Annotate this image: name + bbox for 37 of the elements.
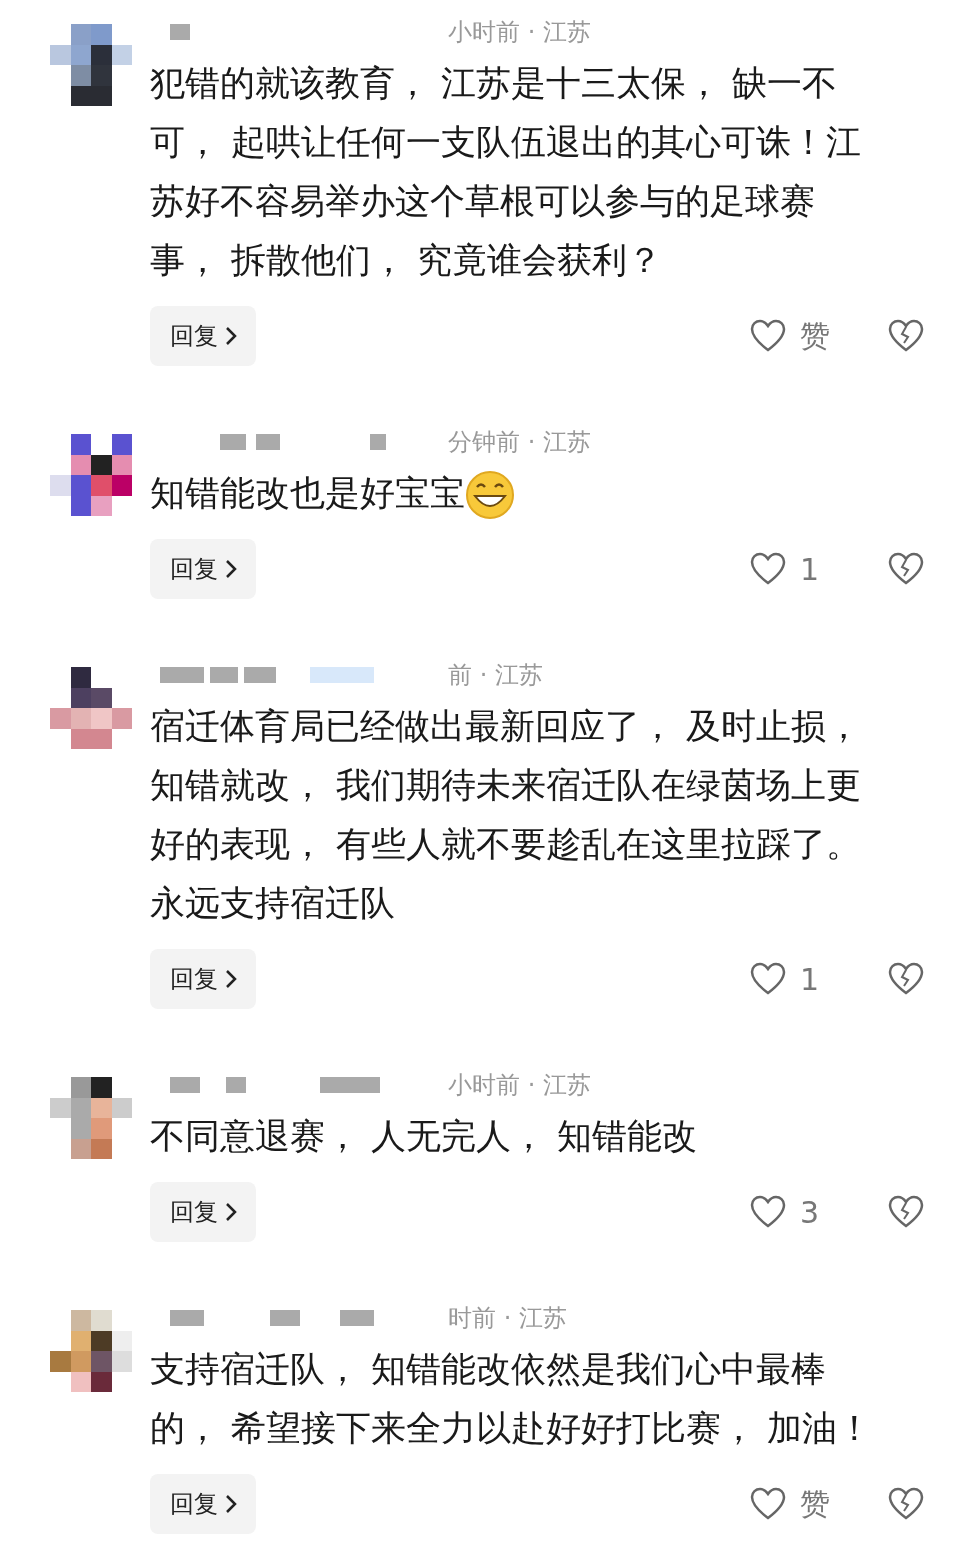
comment-meta: 前 · 江苏 [448, 660, 543, 691]
reply-button[interactable]: 回复 [150, 1474, 256, 1534]
broken-heart-icon[interactable] [888, 962, 924, 996]
reply-button[interactable]: 回复 [150, 949, 256, 1009]
chevron-icon [224, 1201, 238, 1223]
comment-text: 支持宿迁队， 知错能改依然是我们心中最棒的， 希望接下来全力以赴好好打比赛， 加油！ [150, 1349, 873, 1448]
comment-meta: 小时前 · 江苏 [448, 17, 591, 48]
grinning-emoji-icon [465, 470, 515, 520]
chevron-icon [224, 1493, 238, 1515]
comment-text: 犯错的就该教育， 江苏是十三太保， 缺一不可， 起哄让任何一支队伍退出的其心可诛！江苏好不容易举办这个草根可以参与的足球赛事， 拆散他们， 究竟谁会获利？ [150, 63, 862, 280]
comment-text: 宿迁体育局已经做出最新回应了， 及时止损，知错就改， 我们期待未来宿迁队在绿茵场上更好的表现， 有些人就不要趁乱在这里拉踩了。永远支持宿迁队 [150, 706, 862, 923]
broken-heart-icon[interactable] [888, 1195, 924, 1229]
heart-icon[interactable] [750, 1195, 786, 1229]
comment-meta: 时前 · 江苏 [448, 1303, 567, 1334]
chevron-icon [224, 558, 238, 580]
comment-text: 知错能改也是好宝宝 [150, 473, 465, 513]
comment-meta: 小时前 · 江苏 [448, 1070, 591, 1101]
reply-button[interactable]: 回复 [150, 1182, 256, 1242]
heart-icon[interactable] [750, 962, 786, 996]
pixelated-name [170, 24, 190, 40]
like-count: 1 [800, 551, 820, 587]
like-count: 3 [800, 1194, 820, 1230]
chevron-icon [224, 968, 238, 990]
comment-meta: 分钟前 · 江苏 [448, 427, 591, 458]
broken-heart-icon[interactable] [888, 319, 924, 353]
broken-heart-icon[interactable] [888, 552, 924, 586]
heart-icon[interactable] [750, 552, 786, 586]
like-count: 赞 [800, 1484, 830, 1523]
heart-icon[interactable] [750, 319, 786, 353]
like-count: 1 [800, 961, 820, 997]
broken-heart-icon[interactable] [888, 1487, 924, 1521]
reply-button[interactable]: 回复 [150, 539, 256, 599]
chevron-icon [224, 325, 238, 347]
reply-button[interactable]: 回复 [150, 306, 256, 366]
comment-text: 不同意退赛， 人无完人， 知错能改 [150, 1116, 698, 1156]
heart-icon[interactable] [750, 1487, 786, 1521]
like-count: 赞 [800, 316, 830, 355]
